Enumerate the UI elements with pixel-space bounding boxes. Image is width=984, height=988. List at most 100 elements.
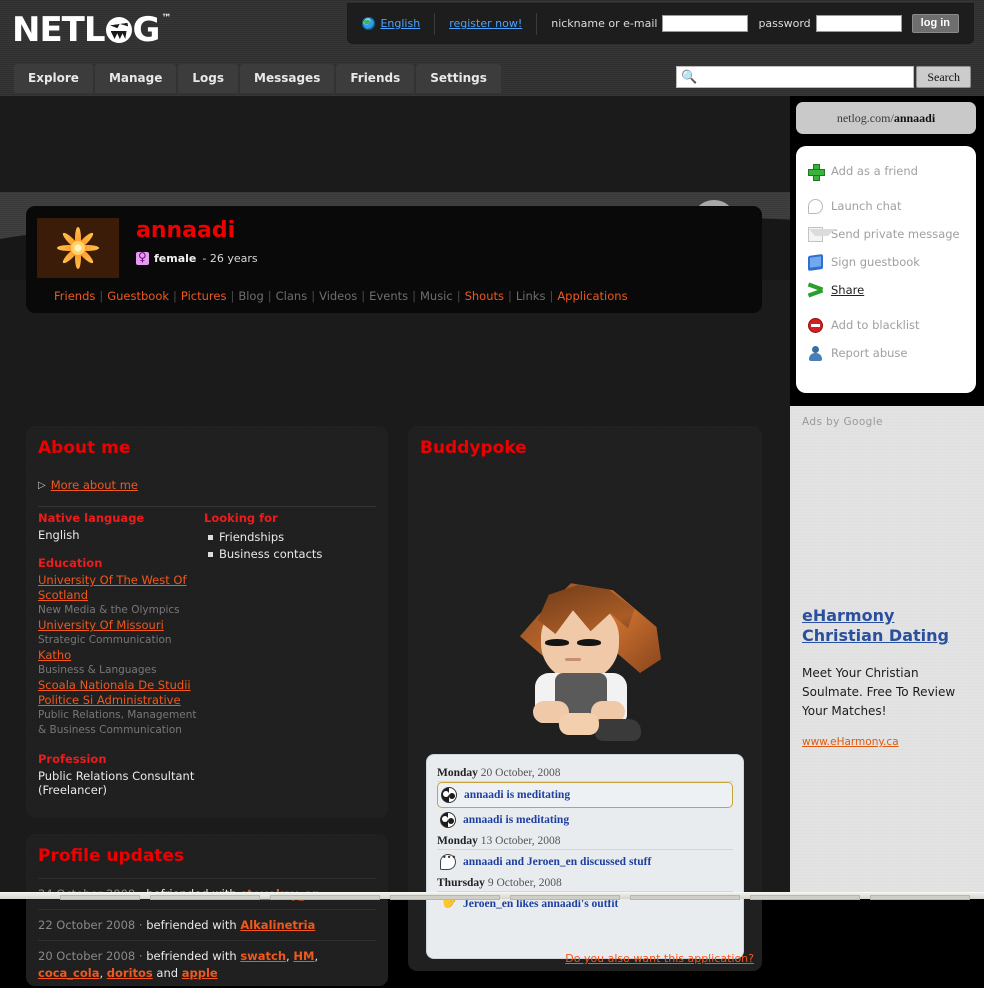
nav-item-logs[interactable]: Logs bbox=[178, 64, 238, 93]
taskbar-item[interactable] bbox=[750, 895, 860, 900]
feed-item[interactable]: annaadi is meditating bbox=[437, 808, 733, 832]
ad-title-link[interactable]: eHarmony Christian Dating bbox=[802, 606, 972, 646]
nav-item-messages[interactable]: Messages bbox=[240, 64, 335, 93]
search-icon: 🔍 bbox=[681, 69, 698, 85]
feed-weekday: Thursday bbox=[437, 877, 488, 889]
taskbar-item[interactable] bbox=[390, 895, 500, 900]
feed-weekday: Monday bbox=[437, 767, 481, 779]
profile-tab-shouts[interactable]: Shouts bbox=[465, 289, 504, 303]
feed-item[interactable]: annaadi and Jeroen_en discussed stuff bbox=[437, 850, 733, 874]
page-title: annaadi bbox=[136, 218, 236, 243]
tab-separator: | bbox=[412, 289, 416, 303]
taskbar-item[interactable] bbox=[60, 895, 140, 900]
action-label: Launch chat bbox=[831, 199, 902, 213]
nav-item-manage[interactable]: Manage bbox=[94, 64, 177, 93]
nickname-label: nickname or e-mail bbox=[551, 17, 658, 30]
profile-tab-links[interactable]: Links bbox=[516, 289, 546, 303]
update-friend-link[interactable]: apple bbox=[182, 966, 218, 980]
logo-text: NETL bbox=[12, 10, 106, 50]
education-school-link[interactable]: University Of Missouri bbox=[38, 618, 203, 633]
update-row: 20 October 2008 · befriended with swatch… bbox=[38, 940, 376, 988]
tab-separator: | bbox=[549, 289, 554, 303]
action-label: Add as a friend bbox=[831, 164, 918, 178]
taskbar-item[interactable] bbox=[510, 895, 620, 900]
native-language-value: English bbox=[38, 528, 80, 542]
search-input[interactable] bbox=[699, 68, 914, 86]
education-list: University Of The West Of Scotland New Me… bbox=[38, 573, 203, 738]
education-field: Business & Languages bbox=[38, 664, 157, 676]
education-school-link[interactable]: University Of The West Of Scotland bbox=[38, 573, 203, 603]
nav-item-explore[interactable]: Explore bbox=[14, 64, 93, 93]
taskbar-item[interactable] bbox=[630, 895, 740, 900]
netlog-logo[interactable]: NETL G ™ bbox=[12, 10, 171, 50]
update-friend-link[interactable]: swatch bbox=[240, 949, 286, 963]
feed-item[interactable]: annaadi is meditating bbox=[437, 782, 733, 808]
profile-tabs: Friends | Guestbook | Pictures | Blog | Clans | Vi… bbox=[54, 289, 628, 303]
search-area: 🔍 Search bbox=[676, 66, 971, 88]
profile-tab-guestbook[interactable]: Guestbook bbox=[107, 289, 169, 303]
update-join: , bbox=[314, 949, 319, 963]
menu-spacer bbox=[808, 185, 976, 192]
action-send-private-message: Send private message bbox=[808, 220, 976, 248]
profile-url-badge: netlog.com/annaadi bbox=[796, 102, 976, 134]
trademark-symbol: ™ bbox=[161, 13, 171, 24]
want-application-link[interactable]: Do you also want this application? bbox=[565, 952, 754, 965]
update-date: 20 October 2008 · bbox=[38, 949, 147, 963]
nav-tabs: Explore Manage Logs Messages Friends Set… bbox=[14, 64, 503, 93]
education-field: Strategic Communication bbox=[38, 634, 172, 646]
education-school-link[interactable]: Scoala Nationala De Studii Politice Si A… bbox=[38, 678, 203, 708]
register-link[interactable]: register now! bbox=[449, 17, 522, 30]
ad-url-link[interactable]: www.eHarmony.ca bbox=[802, 736, 899, 748]
language-link[interactable]: English bbox=[380, 17, 420, 30]
plus-icon bbox=[808, 163, 825, 181]
looking-for-item: Friendships bbox=[208, 529, 369, 546]
tab-separator: | bbox=[311, 289, 316, 303]
update-friend-link[interactable]: Alkalinetria bbox=[240, 918, 315, 932]
profile-tab-pictures[interactable]: Pictures bbox=[181, 289, 227, 303]
education-school-link[interactable]: Katho bbox=[38, 648, 203, 663]
profile-avatar[interactable] bbox=[37, 218, 119, 278]
taskbar-item[interactable] bbox=[150, 895, 260, 900]
search-box[interactable]: 🔍 bbox=[676, 66, 915, 88]
share-icon bbox=[808, 283, 823, 298]
divider bbox=[38, 506, 376, 507]
block-icon bbox=[808, 317, 823, 333]
native-language-label: Native language bbox=[38, 511, 145, 525]
profile-tab-blog[interactable]: Blog bbox=[238, 289, 263, 303]
profile-tab-music[interactable]: Music bbox=[420, 289, 453, 303]
looking-for-list: Friendships Business contacts bbox=[204, 529, 369, 563]
nav-item-settings[interactable]: Settings bbox=[416, 64, 501, 93]
profile-tab-applications[interactable]: Applications bbox=[557, 289, 627, 303]
main-content: annaadi female - 26 years Friends|Guestb… bbox=[0, 96, 790, 986]
update-friend-link[interactable]: coca_cola bbox=[38, 966, 99, 980]
profile-tab-events[interactable]: Events bbox=[369, 289, 408, 303]
buddypoke-avatar-icon[interactable] bbox=[503, 561, 673, 771]
profile-header-card: annaadi female - 26 years Friends|Guestb… bbox=[26, 206, 762, 313]
more-about-me-link[interactable]: More about me bbox=[51, 478, 138, 492]
update-join: , bbox=[286, 949, 294, 963]
feed-date-header: Monday 20 October, 2008 bbox=[437, 764, 733, 782]
update-text: befriended with bbox=[146, 949, 241, 963]
education-field: Public Relations, Management & Business … bbox=[38, 709, 197, 736]
profile-tab-friends[interactable]: Friends bbox=[54, 289, 95, 303]
profession-label: Profession bbox=[38, 752, 107, 766]
taskbar-item[interactable] bbox=[870, 895, 970, 900]
taskbar-item[interactable] bbox=[270, 895, 380, 900]
feed-date-header: Thursday 9 October, 2008 bbox=[437, 874, 733, 892]
action-share[interactable]: Share bbox=[808, 276, 976, 304]
tab-separator: | bbox=[99, 289, 104, 303]
nav-item-friends[interactable]: Friends bbox=[336, 64, 415, 93]
buddypoke-panel: Buddypoke Monday 20 October, 2008 annaadi… bbox=[408, 426, 762, 971]
nickname-input[interactable] bbox=[662, 15, 749, 32]
update-friend-link[interactable]: HM bbox=[293, 949, 314, 963]
action-label: Add to blacklist bbox=[831, 318, 920, 332]
login-button[interactable]: log in bbox=[911, 14, 959, 33]
update-friend-link[interactable]: doritos bbox=[107, 966, 153, 980]
password-input[interactable] bbox=[815, 15, 902, 32]
action-label: Share bbox=[831, 283, 865, 297]
triangle-icon: ▷ bbox=[38, 479, 46, 491]
search-button[interactable]: Search bbox=[916, 66, 971, 88]
profile-tab-videos[interactable]: Videos bbox=[319, 289, 357, 303]
profile-tab-clans[interactable]: Clans bbox=[276, 289, 308, 303]
speech-bubble-icon bbox=[440, 853, 456, 870]
